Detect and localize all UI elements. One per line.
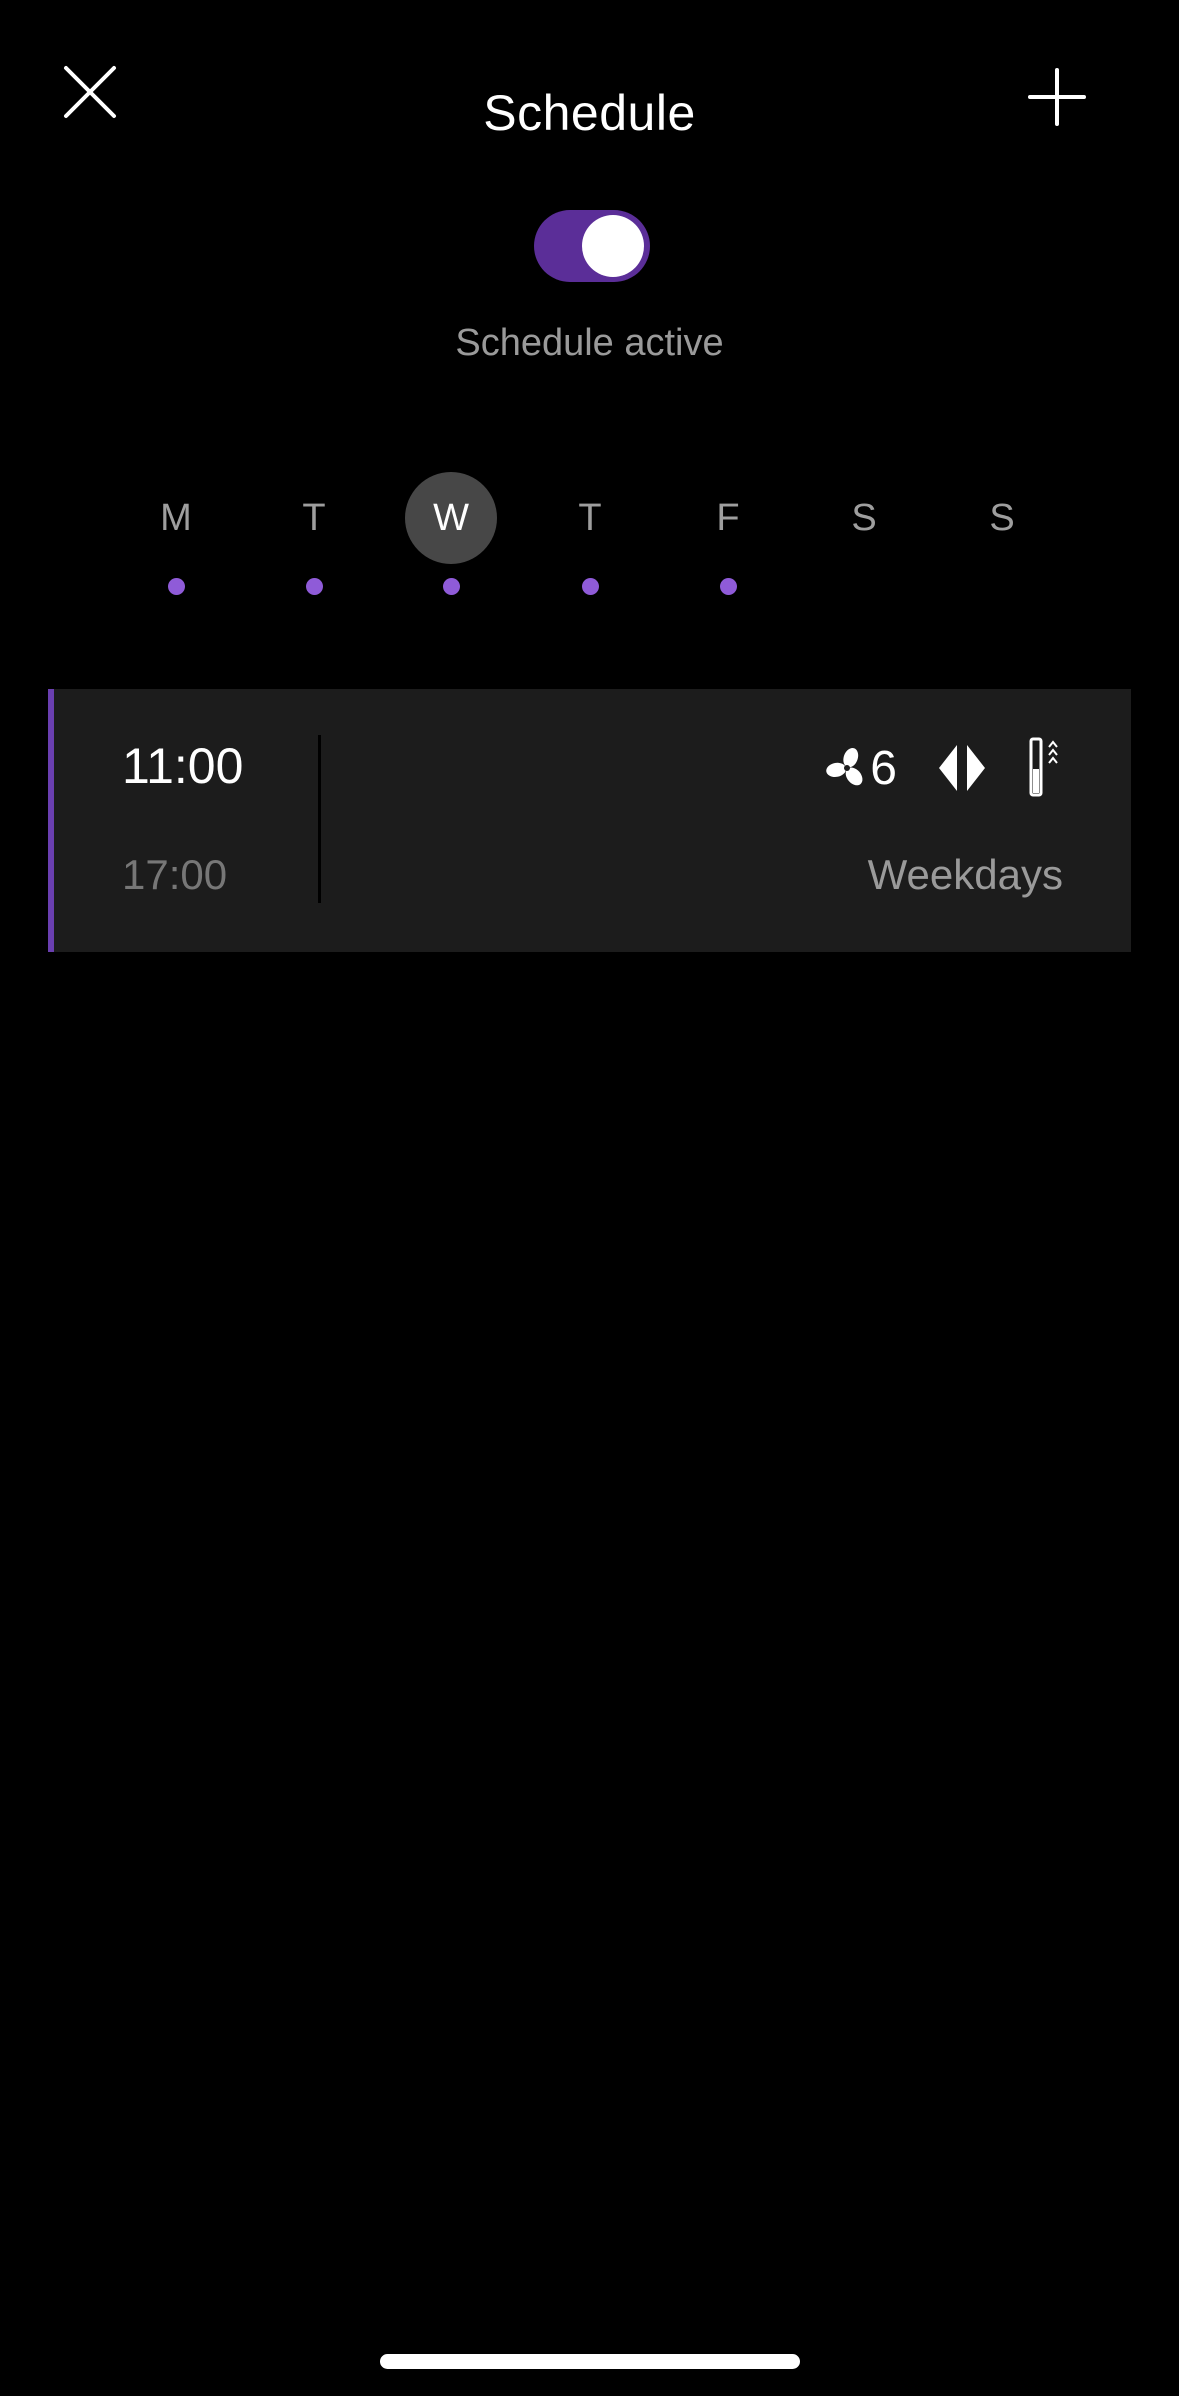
day-monday[interactable]: M bbox=[130, 470, 222, 610]
schedule-active-toggle[interactable] bbox=[534, 210, 650, 282]
event-dot bbox=[306, 578, 323, 595]
page-title: Schedule bbox=[483, 85, 696, 141]
add-schedule-button[interactable] bbox=[1022, 62, 1122, 162]
day-label: F bbox=[716, 496, 740, 539]
start-time: 11:00 bbox=[122, 738, 244, 794]
heat-icon bbox=[1029, 737, 1058, 797]
home-indicator[interactable] bbox=[380, 2354, 800, 2369]
day-label: M bbox=[160, 496, 192, 539]
day-label: T bbox=[302, 496, 326, 539]
event-dot bbox=[443, 578, 460, 595]
day-wednesday[interactable]: W bbox=[405, 470, 497, 610]
fan-icon bbox=[826, 747, 863, 786]
schedule-entry-card[interactable]: 11:00 17:00 6 Weekdays bbox=[48, 689, 1131, 952]
day-selector: M T W T F S S bbox=[0, 470, 1179, 610]
event-dot bbox=[720, 578, 737, 595]
settings-icons: 6 bbox=[826, 733, 1063, 803]
day-label: W bbox=[405, 472, 497, 564]
oscillation-icon bbox=[939, 745, 985, 791]
day-label: S bbox=[851, 496, 877, 539]
repeat-label: Weekdays bbox=[867, 851, 1063, 898]
day-label: T bbox=[578, 496, 602, 539]
day-label: S bbox=[989, 496, 1015, 539]
event-dot bbox=[582, 578, 599, 595]
day-tuesday[interactable]: T bbox=[268, 470, 360, 610]
plus-icon bbox=[1028, 68, 1086, 126]
day-thursday[interactable]: T bbox=[544, 470, 636, 610]
toggle-knob bbox=[582, 215, 644, 277]
day-sunday[interactable]: S bbox=[956, 470, 1048, 610]
schedule-active-label: Schedule active bbox=[455, 322, 724, 364]
header-bar: Schedule bbox=[0, 0, 1179, 200]
fan-speed-indicator: 6 bbox=[826, 741, 897, 796]
day-friday[interactable]: F bbox=[682, 470, 774, 610]
end-time: 17:00 bbox=[122, 851, 228, 898]
fan-speed-value: 6 bbox=[870, 741, 897, 795]
day-saturday[interactable]: S bbox=[818, 470, 910, 610]
divider bbox=[318, 735, 321, 903]
event-dot bbox=[168, 578, 185, 595]
